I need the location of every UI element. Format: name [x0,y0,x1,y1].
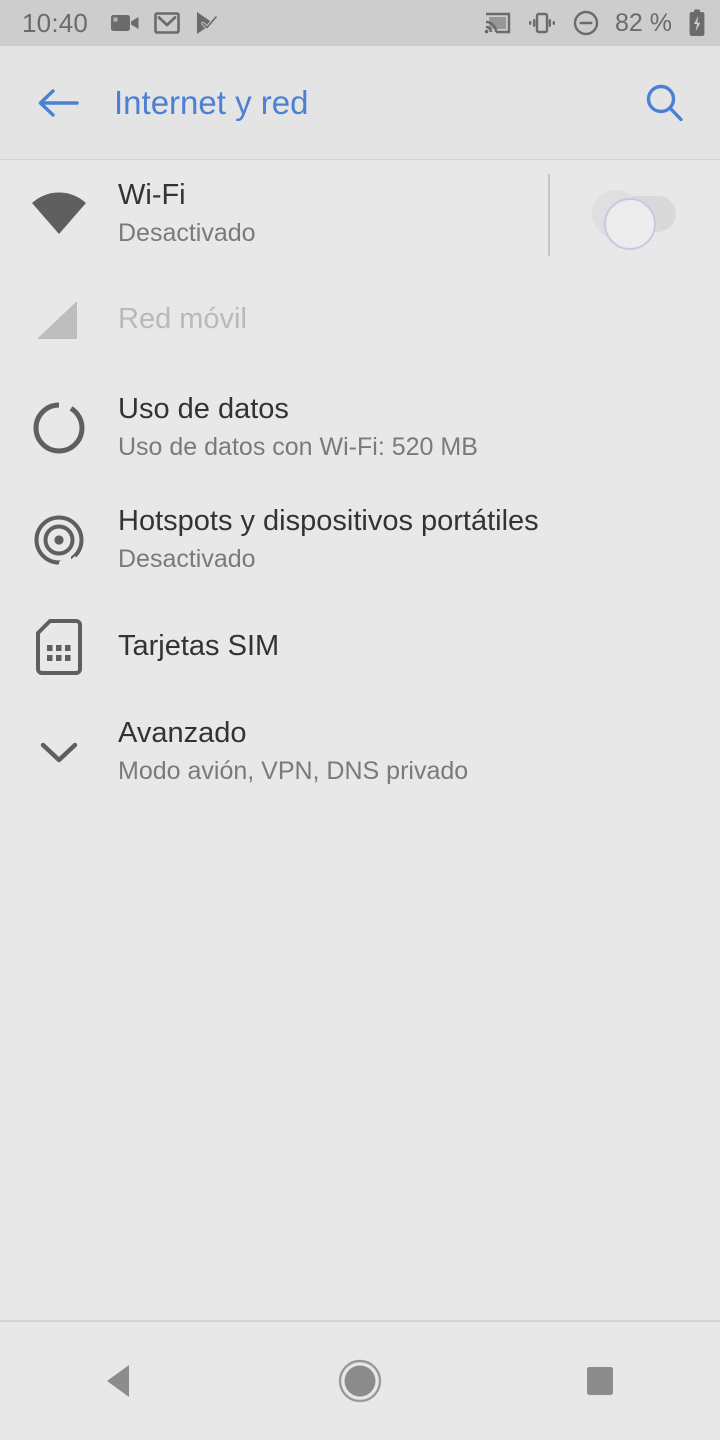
search-icon [646,84,683,122]
row-trailing-slot [548,382,696,474]
row-icon-slot [0,512,118,568]
battery-percent-label: 82 % [615,8,672,37]
row-icon-slot [0,400,118,456]
list-item-wifi[interactable]: Wi-Fi Desactivado [0,160,720,268]
row-text-block: Wi-Fi Desactivado [118,178,548,250]
status-bar: 10:40 82 % [0,0,720,46]
switch-thumb [604,198,656,250]
cast-icon [484,12,511,34]
nav-home-circle-icon [338,1359,382,1403]
arrow-left-icon [38,89,79,117]
list-item-title: Red móvil [118,303,247,336]
row-vertical-divider [548,174,550,256]
list-item-subtitle: Modo avión, VPN, DNS privado [118,757,469,786]
signal-cellular-icon [37,301,77,339]
page-title: Internet y red [114,84,309,121]
wifi-toggle-switch[interactable] [592,184,684,250]
nav-back-button[interactable] [60,1322,180,1440]
list-item-mobile-network[interactable]: Red móvil [0,268,720,372]
nav-recents-square-icon [587,1367,613,1395]
row-trailing-slot [548,274,696,366]
list-item-title: Uso de datos [118,393,289,426]
list-item-title: Tarjetas SIM [118,630,280,663]
row-trailing-slot [548,494,696,586]
nav-bar [0,1322,720,1440]
nav-back-triangle-icon [107,1365,129,1397]
list-item-title: Hotspots y dispositivos portátiles [118,505,539,538]
status-bar-clock: 10:40 [22,7,89,38]
data-usage-icon [33,402,85,454]
gmail-icon [154,12,180,34]
list-item-title: Avanzado [118,717,247,750]
list-item-subtitle: Uso de datos con Wi-Fi: 520 MB [118,433,478,462]
phone-screen: 10:40 82 % Internet y red Wi-Fi Desactiv… [0,0,720,1440]
row-text-block: Hotspots y dispositivos portátiles Desac… [118,504,548,576]
vibrate-icon [529,12,556,34]
row-trailing-slot [548,168,696,260]
list-item-advanced[interactable]: Avanzado Modo avión, VPN, DNS privado [0,698,720,806]
search-button[interactable] [636,75,692,131]
row-text-block: Tarjetas SIM [118,629,548,664]
app-bar: Internet y red [0,46,720,160]
row-text-block: Red móvil [118,302,548,337]
row-icon-slot [0,619,118,675]
list-item-data-usage[interactable]: Uso de datos Uso de datos con Wi-Fi: 520… [0,372,720,484]
sim-card-icon [36,619,82,675]
status-bar-system-icons: 82 % [484,9,706,38]
wifi-icon [32,192,86,234]
play-store-checkmark-icon [197,12,218,34]
row-icon-slot [0,735,118,769]
settings-list: Wi-Fi Desactivado Red móvil Uso de datos… [0,160,720,806]
row-text-block: Avanzado Modo avión, VPN, DNS privado [118,716,548,788]
row-text-block: Uso de datos Uso de datos con Wi-Fi: 520… [118,392,548,464]
battery-charging-icon [689,9,705,36]
list-item-subtitle: Desactivado [118,219,256,248]
list-item-sim-cards[interactable]: Tarjetas SIM [0,596,720,698]
row-icon-slot [0,297,118,343]
row-trailing-slot [548,601,696,693]
chevron-down-icon [40,742,78,763]
video-camera-icon [111,15,139,31]
hotspot-icon [34,515,87,568]
do-not-disturb-icon [573,10,599,36]
nav-home-button[interactable] [300,1322,420,1440]
row-trailing-slot [548,706,696,798]
back-button[interactable] [30,75,86,131]
list-item-hotspot[interactable]: Hotspots y dispositivos portátiles Desac… [0,484,720,596]
row-icon-slot [0,191,118,237]
status-bar-notification-icons [110,10,218,36]
list-item-title: Wi-Fi [118,179,186,212]
nav-recents-button[interactable] [540,1322,660,1440]
list-item-subtitle: Desactivado [118,545,256,574]
